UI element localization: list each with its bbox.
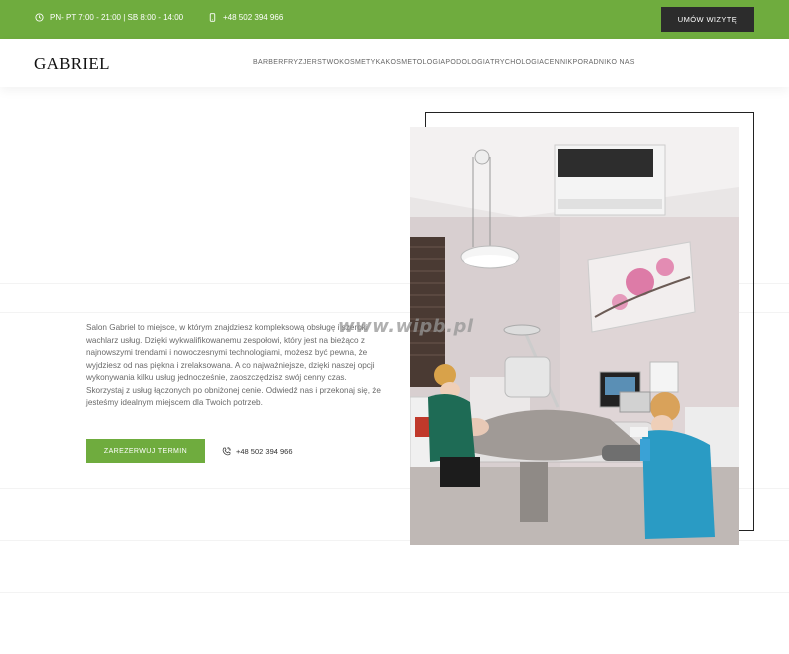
topbar-phone-number[interactable]: +48 502 394 966 xyxy=(223,13,283,22)
opening-hours: PN- PT 7:00 - 21:00 | SB 8:00 - 14:00 xyxy=(35,13,183,22)
phone-icon xyxy=(222,447,231,456)
nav-item-poradnik[interactable]: PORADNIK xyxy=(573,59,612,66)
mobile-phone-icon xyxy=(209,13,216,22)
topbar-phone[interactable]: +48 502 394 966 xyxy=(208,13,283,22)
main-header: GABRIEL BARBER FRYZJERSTWO KOSMETYKA KOS… xyxy=(0,39,789,87)
nav-item-barber[interactable]: BARBER xyxy=(253,59,284,66)
nav-item-o-nas[interactable]: O NAS xyxy=(611,59,634,66)
nav-item-podologia[interactable]: PODOLOGIA xyxy=(445,59,490,66)
hero-description: Salon Gabriel to miejsce, w którym znajd… xyxy=(86,323,381,407)
nav-item-kosmetologia[interactable]: KOSMETOLOGIA xyxy=(386,59,446,66)
watermark: www.wipb.pl xyxy=(338,316,474,337)
main-nav: BARBER FRYZJERSTWO KOSMETYKA KOSMETOLOGI… xyxy=(253,59,635,66)
logo[interactable]: GABRIEL xyxy=(34,54,110,74)
nav-item-trychologia[interactable]: TRYCHOLOGIA xyxy=(490,59,544,66)
opening-hours-text: PN- PT 7:00 - 21:00 | SB 8:00 - 14:00 xyxy=(50,13,184,22)
nav-item-fryzjerstwo[interactable]: FRYZJERSTWO xyxy=(284,59,340,66)
divider xyxy=(0,592,789,593)
reserve-button[interactable]: ZAREZERWUJ TERMIN xyxy=(86,439,205,463)
top-bar: PN- PT 7:00 - 21:00 | SB 8:00 - 14:00 +4… xyxy=(0,0,789,39)
nav-item-cennik[interactable]: CENNIK xyxy=(544,59,572,66)
nav-item-kosmetyka[interactable]: KOSMETYKA xyxy=(339,59,385,66)
hero-phone[interactable]: +48 502 394 966 xyxy=(222,447,293,456)
book-appointment-button[interactable]: UMÓW WIZYTĘ xyxy=(661,7,754,32)
clock-icon xyxy=(35,13,44,22)
hero-phone-number[interactable]: +48 502 394 966 xyxy=(236,447,293,456)
